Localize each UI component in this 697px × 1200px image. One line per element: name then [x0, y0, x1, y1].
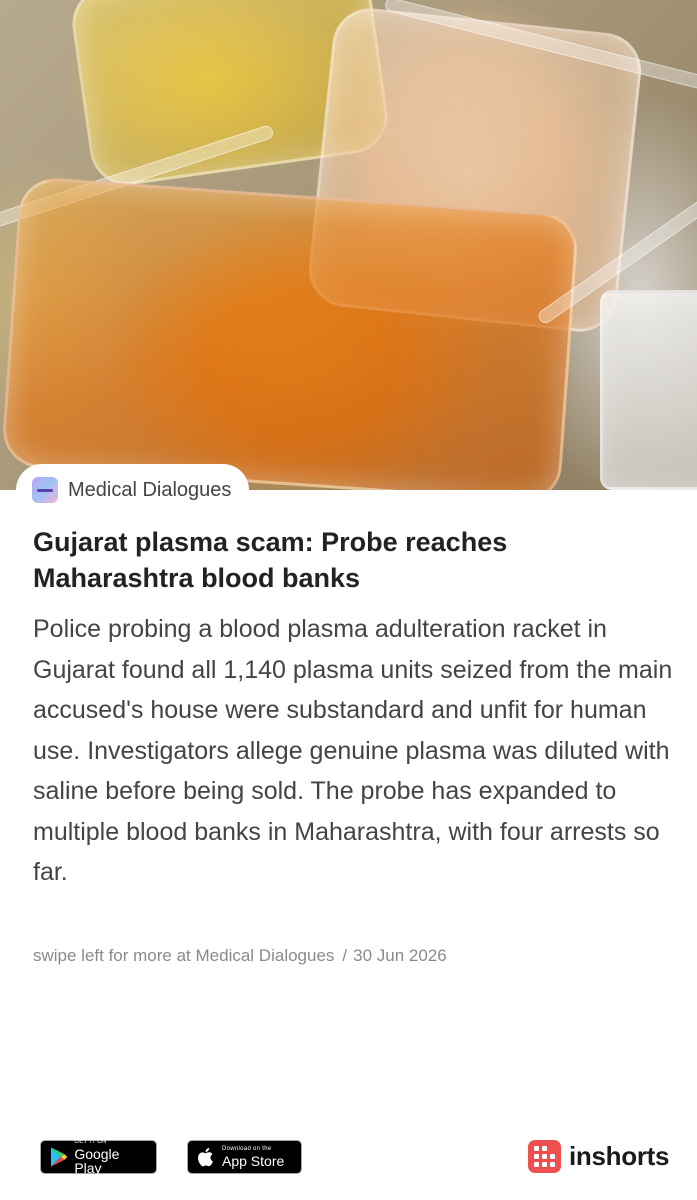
google-play-label: Google Play — [74, 1146, 120, 1176]
article-body: Police probing a blood plasma adulterati… — [33, 615, 673, 886]
brand-name: inshorts — [569, 1141, 670, 1171]
google-play-small-label: GET IT ON — [74, 1139, 107, 1145]
google-play-icon — [50, 1147, 68, 1167]
publish-date: 30 Jun 2026 — [353, 946, 447, 965]
google-play-badge[interactable]: GET IT ON Google Play — [40, 1139, 157, 1176]
inshorts-brand[interactable]: inshorts — [528, 1140, 669, 1173]
plasma-bag-orange — [0, 175, 580, 490]
meta-separator: / — [342, 946, 348, 965]
app-store-label: App Store — [222, 1153, 285, 1169]
source-name: Medical Dialogues — [68, 478, 232, 501]
source-badge[interactable]: Medical Dialogues — [16, 464, 250, 516]
news-card: Medical Dialogues Gujarat plasma scam: P… — [0, 0, 697, 1200]
headline[interactable]: Gujarat plasma scam: Probe reaches Mahar… — [33, 524, 673, 596]
plasma-bag-label — [600, 290, 697, 490]
apple-icon — [198, 1148, 213, 1167]
medical-dialogues-logo-icon — [32, 477, 58, 503]
app-store-small-label: Download on the — [222, 1146, 272, 1152]
hero-image[interactable] — [0, 0, 697, 490]
app-store-badge[interactable]: Download on the App Store — [187, 1140, 302, 1174]
inshorts-logo-icon — [528, 1140, 561, 1173]
meta-line: swipe left for more at Medical Dialogues… — [33, 946, 447, 966]
swipe-link[interactable]: swipe left for more at Medical Dialogues — [33, 946, 334, 965]
